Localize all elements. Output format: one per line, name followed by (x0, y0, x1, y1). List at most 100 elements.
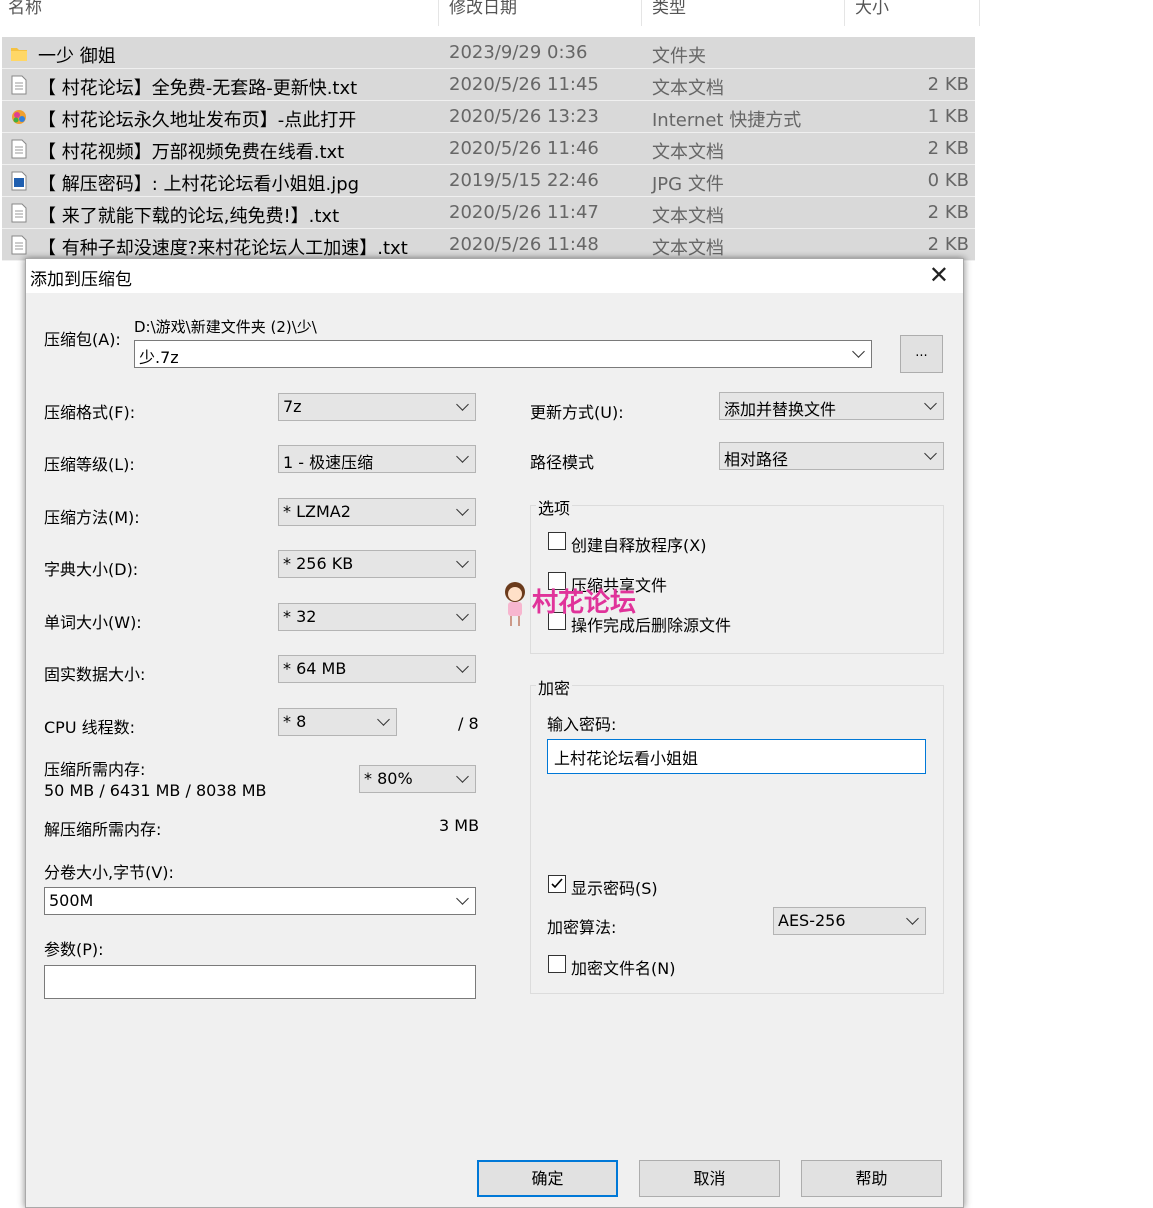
update-select[interactable]: 添加并替换文件 (719, 392, 944, 420)
password-input[interactable]: 上村花论坛看小姐姐 (547, 739, 926, 774)
encrypt-names-checkbox[interactable] (548, 955, 566, 973)
forum-watermark: 村花论坛 (500, 580, 660, 630)
chevron-down-icon (456, 450, 469, 463)
volume-value: 500M (49, 891, 94, 910)
mem-percent-value: * 80% (364, 769, 413, 788)
column-header-name[interactable]: 名称 (8, 0, 42, 26)
girl-mascot-icon (505, 582, 525, 626)
archive-name-value: 少.7z (139, 348, 179, 367)
dict-select[interactable]: * 256 KB (278, 550, 476, 578)
word-select[interactable]: * 32 (278, 603, 476, 631)
show-password-label[interactable]: 显示密码(S) (571, 875, 658, 899)
word-value: * 32 (283, 607, 317, 626)
archive-name-combo[interactable]: 少.7z (134, 340, 872, 368)
file-size: 0 KB (927, 170, 969, 191)
column-divider[interactable] (844, 0, 845, 26)
cancel-button[interactable]: 取消 (639, 1160, 780, 1197)
close-icon[interactable]: ✕ (929, 261, 949, 289)
update-value: 添加并替换文件 (724, 400, 837, 419)
format-select[interactable]: 7z (278, 393, 476, 421)
column-header-type[interactable]: 类型 (652, 0, 686, 26)
update-label: 更新方式(U): (530, 403, 624, 422)
level-value: 1 - 极速压缩 (283, 453, 374, 472)
solid-label: 固实数据大小: (44, 665, 146, 684)
file-type: 文本文档 (652, 206, 724, 227)
dialog-title: 添加到压缩包 (30, 270, 132, 290)
file-name: 【 来了就能下载的论坛,纯免费!】.txt (38, 206, 340, 227)
path-value: 相对路径 (724, 450, 789, 469)
chevron-down-icon (924, 447, 937, 460)
file-size: 2 KB (927, 74, 969, 95)
file-name: 【 村花视频】万部视频免费在线看.txt (38, 142, 345, 163)
file-name: 【 村花论坛永久地址发布页】-点此打开 (38, 110, 357, 131)
cpu-value: * 8 (283, 712, 307, 731)
file-row[interactable]: 【 村花论坛】全免费-无套路-更新快.txt 2020/5/26 11:45 文… (2, 69, 975, 101)
column-header-size[interactable]: 大小 (855, 0, 889, 26)
cpu-select[interactable]: * 8 (278, 708, 397, 736)
file-date: 2020/5/26 11:47 (449, 202, 599, 223)
mem-percent-select[interactable]: * 80% (359, 765, 476, 793)
decomp-label: 解压缩所需内存: (44, 820, 162, 839)
enc-method-select[interactable]: AES-256 (773, 907, 926, 935)
path-select[interactable]: 相对路径 (719, 442, 944, 470)
text-file-icon (11, 75, 27, 95)
file-row[interactable]: 【 有种子却没速度?来村花论坛人工加速】.txt 2020/5/26 11:48… (2, 229, 975, 261)
decomp-value: 3 MB (439, 816, 480, 835)
params-label: 参数(P): (44, 940, 104, 959)
solid-select[interactable]: * 64 MB (278, 655, 476, 683)
help-button[interactable]: 帮助 (801, 1160, 942, 1197)
file-date: 2020/5/26 11:48 (449, 234, 599, 255)
browse-button[interactable]: ... (900, 335, 943, 373)
file-name: 【 村花论坛】全免费-无套路-更新快.txt (38, 78, 358, 99)
sfx-label[interactable]: 创建自释放程序(X) (571, 532, 706, 556)
params-input[interactable] (44, 965, 476, 999)
password-value: 上村花论坛看小姐姐 (554, 749, 699, 768)
file-date: 2020/5/26 11:46 (449, 138, 599, 159)
volume-combo[interactable]: 500M (44, 887, 476, 915)
ok-button[interactable]: 确定 (477, 1160, 618, 1197)
file-type: 文本文档 (652, 238, 724, 259)
text-file-icon (11, 139, 27, 159)
method-label: 压缩方法(M): (44, 508, 140, 527)
level-label: 压缩等级(L): (44, 455, 135, 474)
file-type: JPG 文件 (652, 174, 724, 195)
file-row[interactable]: 【 来了就能下载的论坛,纯免费!】.txt 2020/5/26 11:47 文本… (2, 197, 975, 229)
file-type: Internet 快捷方式 (652, 110, 802, 131)
file-date: 2019/5/15 22:46 (449, 170, 599, 191)
chevron-down-icon (924, 397, 937, 410)
method-select[interactable]: * LZMA2 (278, 498, 476, 526)
folder-icon (11, 48, 27, 61)
chevron-down-icon (456, 398, 469, 411)
file-row[interactable]: 【 解压密码】: 上村花论坛看小姐姐.jpg 2019/5/15 22:46 J… (2, 165, 975, 197)
file-type: 文件夹 (652, 46, 706, 67)
level-select[interactable]: 1 - 极速压缩 (278, 445, 476, 473)
file-size: 1 KB (927, 106, 969, 127)
show-password-checkbox[interactable] (548, 875, 566, 893)
file-row[interactable]: 【 村花论坛永久地址发布页】-点此打开 2020/5/26 13:23 Inte… (2, 101, 975, 133)
column-divider[interactable] (641, 0, 642, 26)
chevron-down-icon (377, 713, 390, 726)
file-row[interactable]: 【 村花视频】万部视频免费在线看.txt 2020/5/26 11:46 文本文… (2, 133, 975, 165)
solid-value: * 64 MB (283, 659, 347, 678)
column-header-date[interactable]: 修改日期 (449, 0, 517, 26)
chevron-down-icon (456, 503, 469, 516)
dialog-titlebar[interactable]: 添加到压缩包 ✕ (26, 259, 963, 293)
file-size: 2 KB (927, 138, 969, 159)
sfx-checkbox[interactable] (548, 532, 566, 550)
column-divider[interactable] (438, 0, 439, 26)
chevron-down-icon (456, 608, 469, 621)
chevron-down-icon (456, 555, 469, 568)
cpu-label: CPU 线程数: (44, 718, 136, 737)
format-label: 压缩格式(F): (44, 403, 136, 422)
checkmark-icon (551, 878, 563, 889)
watermark-text: 村花论坛 (532, 588, 637, 618)
file-name: 一少 御姐 (38, 46, 116, 67)
file-date: 2023/9/29 0:36 (449, 42, 588, 63)
encrypt-names-label[interactable]: 加密文件名(N) (571, 955, 675, 979)
text-file-icon (11, 235, 27, 255)
dict-value: * 256 KB (283, 554, 354, 573)
column-divider[interactable] (979, 0, 980, 26)
chevron-down-icon (456, 892, 469, 905)
file-row[interactable]: 一少 御姐 2023/9/29 0:36 文件夹 (2, 37, 975, 69)
options-group-label: 选项 (536, 495, 573, 519)
